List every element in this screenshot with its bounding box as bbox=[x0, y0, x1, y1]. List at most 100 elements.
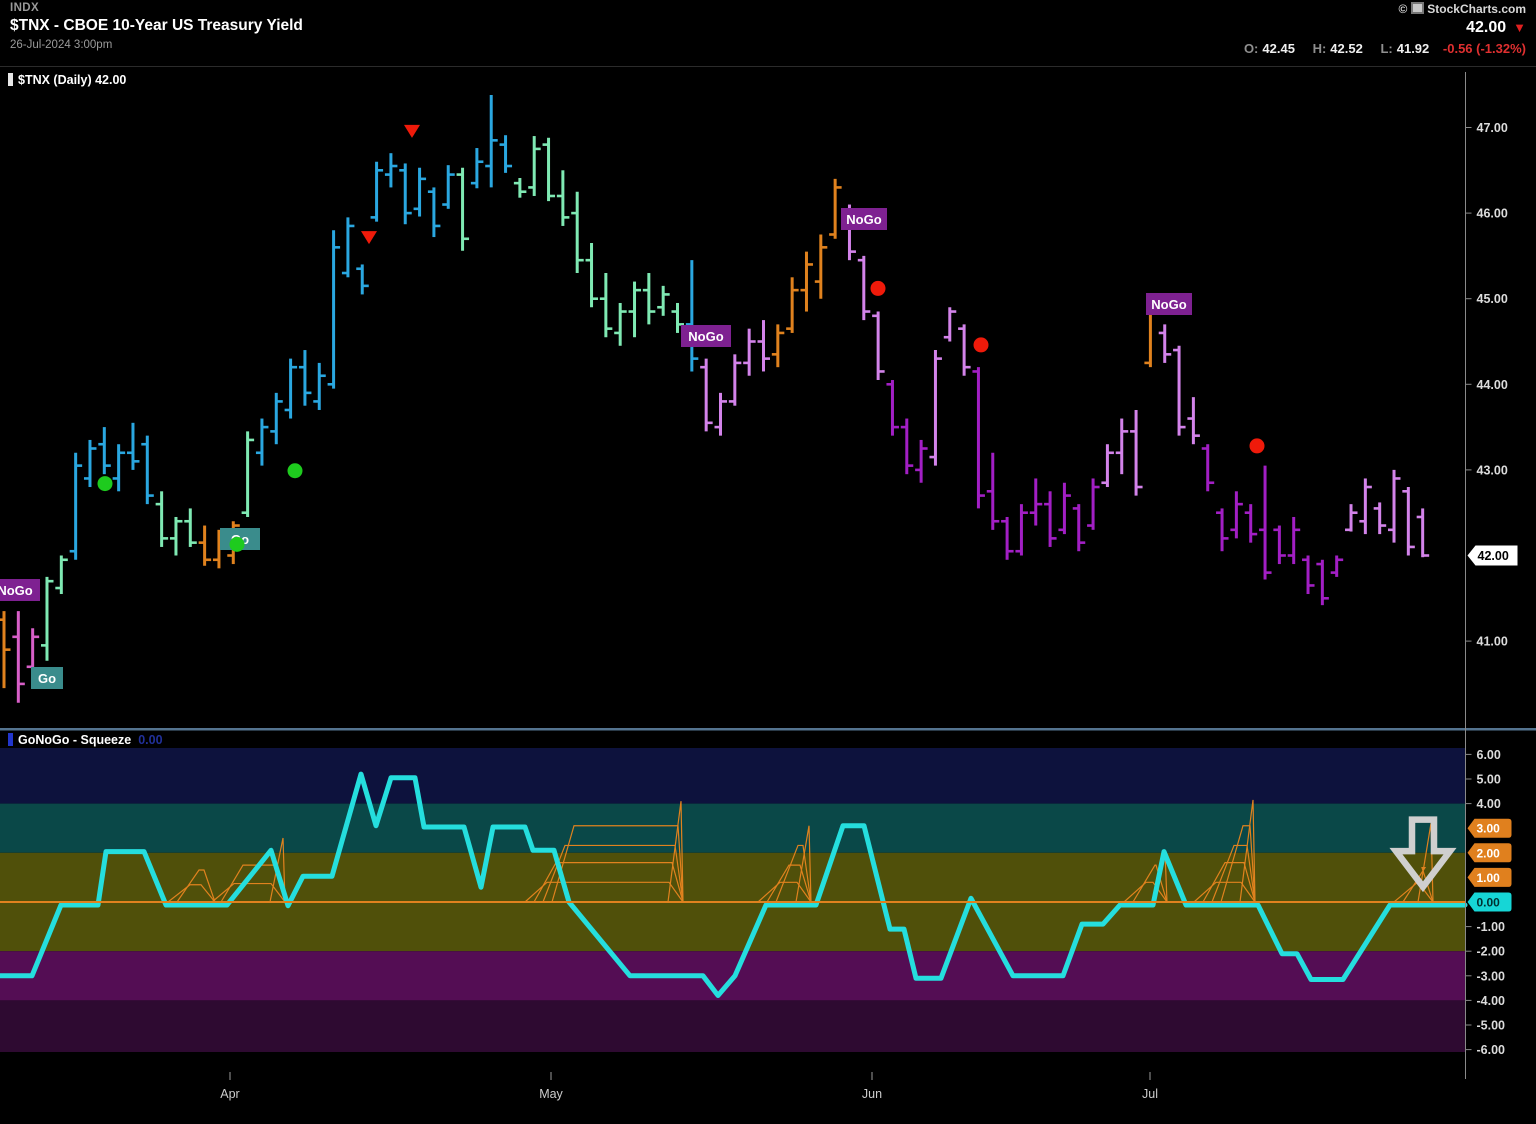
ohlc-bar bbox=[242, 431, 255, 517]
last-price: 42.00 bbox=[1466, 19, 1506, 36]
price-axis-label: 44.00 bbox=[1477, 378, 1508, 392]
nogo-badge: NoGo bbox=[841, 208, 887, 230]
ohlc-bar bbox=[1316, 560, 1329, 605]
ohlc-bar bbox=[1245, 504, 1258, 543]
ohlc-bar bbox=[41, 577, 54, 661]
ohlc-bar bbox=[743, 329, 756, 376]
ohlc-bar bbox=[428, 187, 441, 237]
ohlc-bar bbox=[342, 217, 355, 277]
svg-text:NoGo: NoGo bbox=[0, 583, 33, 598]
go-continuation-dot bbox=[288, 463, 303, 478]
low-label: L: bbox=[1380, 41, 1392, 56]
ohlc-bar bbox=[371, 162, 384, 222]
countertrend-triangle-icon bbox=[361, 231, 377, 244]
ohlc-bar bbox=[1001, 517, 1014, 560]
ohlc-bar bbox=[156, 491, 169, 547]
squeeze-axis-label: -3.00 bbox=[1477, 969, 1506, 983]
ohlc-bar bbox=[70, 453, 83, 560]
chart-title: $TNX - CBOE 10-Year US Treasury Yield bbox=[10, 17, 303, 35]
x-axis-label: Jun bbox=[862, 1087, 882, 1101]
ohlc-bar bbox=[915, 440, 928, 483]
ohlc-bar bbox=[786, 277, 799, 333]
ohlc-bar bbox=[1073, 504, 1086, 551]
ohlc-bar bbox=[514, 178, 527, 198]
x-axis-label: Jul bbox=[1142, 1087, 1158, 1101]
ohlc-bar bbox=[557, 170, 570, 226]
stockcharts-chart-window: NoGoGoGoNoGoNoGoNoGo47.0046.0045.0044.00… bbox=[0, 0, 1536, 1124]
ohlc-bar bbox=[399, 163, 412, 224]
nogo-continuation-dot bbox=[974, 337, 989, 352]
nogo-badge: NoGo bbox=[1146, 293, 1192, 315]
ohlc-bar bbox=[729, 354, 742, 405]
ohlc-bar bbox=[1345, 504, 1358, 531]
ohlc-bar bbox=[1359, 478, 1372, 534]
ohlc-bar bbox=[113, 444, 126, 491]
ohlc-bar bbox=[127, 423, 140, 470]
ohlc-bar bbox=[1130, 410, 1143, 496]
low-value: 41.92 bbox=[1397, 41, 1430, 56]
squeeze-axis-label: -5.00 bbox=[1477, 1019, 1506, 1033]
header-divider bbox=[0, 66, 1536, 67]
squeeze-axis-label: -1.00 bbox=[1477, 920, 1506, 934]
ohlc-bar bbox=[1374, 502, 1387, 534]
ohlc-bar bbox=[199, 526, 212, 566]
ohlc-bar bbox=[800, 252, 813, 312]
ohlc-bar bbox=[929, 350, 942, 466]
squeeze-axis-label: -2.00 bbox=[1477, 945, 1506, 959]
squeeze-legend-text: GoNoGo - Squeeze bbox=[18, 733, 131, 747]
ohlc-bar bbox=[1058, 483, 1071, 534]
price-bars bbox=[0, 95, 1429, 703]
squeeze-axis-label: 4.00 bbox=[1477, 797, 1501, 811]
ohlc-bar bbox=[442, 165, 455, 209]
ohlc-bar bbox=[944, 307, 957, 341]
ohlc-bar bbox=[858, 256, 871, 320]
x-axis-label: May bbox=[539, 1087, 563, 1101]
stockcharts-logo-icon bbox=[1411, 2, 1424, 14]
ohlc-bar bbox=[1273, 526, 1286, 565]
squeeze-value: 0.00 bbox=[138, 733, 162, 747]
squeeze-axis-badge: 3.00 bbox=[1468, 819, 1512, 838]
ohlc-bar bbox=[485, 95, 498, 187]
main-chart-legend: $TNX (Daily) 42.00 bbox=[8, 73, 126, 87]
ohlc-bar bbox=[815, 235, 828, 299]
ohlc-bar bbox=[1116, 419, 1129, 475]
main-legend-text: $TNX (Daily) 42.00 bbox=[18, 73, 126, 87]
change-value: -0.56 (-1.32%) bbox=[1443, 41, 1526, 56]
chart-header-left: INDX $TNX - CBOE 10-Year US Treasury Yie… bbox=[10, 2, 303, 51]
squeeze-bands bbox=[0, 748, 1466, 1052]
ohlc-bar bbox=[500, 135, 513, 173]
nogo-badge: NoGo bbox=[681, 325, 731, 347]
countertrend-triangle-icon bbox=[404, 125, 420, 138]
squeeze-axis-badge: 2.00 bbox=[1468, 843, 1512, 862]
ohlc-bar bbox=[571, 192, 584, 273]
panel-divider bbox=[0, 728, 1536, 731]
ohlc-bar bbox=[414, 168, 427, 217]
ohlc-bar bbox=[972, 367, 985, 508]
x-axis-label: Apr bbox=[220, 1087, 239, 1101]
svg-text:42.00: 42.00 bbox=[1478, 549, 1509, 563]
chart-canvas[interactable]: NoGoGoGoNoGoNoGoNoGo47.0046.0045.0044.00… bbox=[0, 0, 1536, 1124]
ohlc-bar bbox=[1015, 504, 1028, 555]
price-axis-label: 41.00 bbox=[1477, 635, 1508, 649]
squeeze-axis-badge: 1.00 bbox=[1468, 868, 1512, 887]
ohlc-bar bbox=[328, 230, 341, 388]
svg-text:1.00: 1.00 bbox=[1477, 871, 1501, 885]
ohlc-bar bbox=[299, 350, 312, 406]
ohlc-bar bbox=[1173, 346, 1186, 436]
squeeze-axis-label: -4.00 bbox=[1477, 994, 1506, 1008]
x-axis: Apr May Jun Jul bbox=[220, 1072, 1158, 1101]
svg-text:Go: Go bbox=[38, 671, 56, 686]
ohlc-bar bbox=[1187, 397, 1200, 444]
ohlc-bar bbox=[1159, 324, 1172, 363]
ohlc-bar bbox=[141, 436, 154, 504]
chart-header-right: ©StockCharts.com 42.00▼ O:42.45 H:42.52 … bbox=[1230, 2, 1526, 56]
price-axis-label: 47.00 bbox=[1477, 121, 1508, 135]
ohlc-bar bbox=[772, 324, 785, 367]
copyright-text: StockCharts.com bbox=[1427, 2, 1526, 16]
svg-text:NoGo: NoGo bbox=[688, 329, 723, 344]
ohlc-bar bbox=[600, 273, 613, 337]
squeeze-axis-label: 6.00 bbox=[1477, 748, 1501, 762]
svg-text:NoGo: NoGo bbox=[846, 212, 881, 227]
ohlc-bar bbox=[643, 273, 656, 324]
chart-datetime: 26-Jul-2024 3:00pm bbox=[10, 39, 303, 51]
